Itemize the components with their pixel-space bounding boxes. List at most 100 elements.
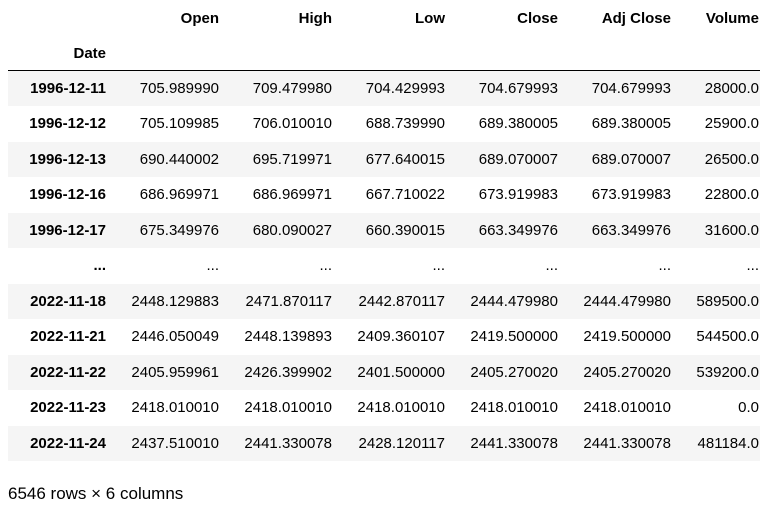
table-cell: 686.969971 (139, 186, 219, 204)
column-header: Open (180, 9, 219, 27)
table-cell: 660.390015 (365, 221, 445, 239)
table-cell: 689.380005 (478, 115, 558, 133)
table-cell: 2419.500000 (583, 328, 671, 346)
row-index-label: 1996-12-13 (29, 150, 106, 168)
table-cell: 704.679993 (591, 80, 671, 97)
table-cell: 704.679993 (478, 80, 558, 97)
column-header: High (298, 9, 332, 27)
table-cell: ... (545, 257, 558, 275)
table-cell: 2446.050049 (131, 328, 219, 346)
table-row: 2022-11-18 2448.129883 2471.870117 2442.870… (8, 283, 760, 319)
table-cell: 663.349976 (478, 221, 558, 239)
table-cell: 25900.0 (704, 115, 759, 133)
table-cell: 663.349976 (591, 221, 671, 239)
index-row-blank-cell (446, 36, 559, 71)
shape-caption: 6546 rows × 6 columns (8, 484, 184, 503)
table-cell: 22800.0 (704, 186, 759, 204)
index-name-header: Date (73, 44, 106, 62)
table-cell: 673.919983 (478, 186, 558, 204)
table-cell: 667.710022 (365, 186, 445, 204)
table-cell: ... (432, 257, 445, 275)
table-cell: 2448.139893 (244, 328, 332, 346)
table-cell: 705.109985 (139, 115, 219, 133)
table-cell: 2437.510010 (131, 434, 219, 452)
table-cell: ... (206, 257, 219, 275)
table-cell: 31600.0 (704, 221, 759, 239)
table-row: 2022-11-22 2405.959961 2426.399902 2401.500… (8, 354, 760, 390)
table-cell: 2409.360107 (357, 328, 445, 346)
column-header: Close (517, 9, 558, 27)
table-cell: 2428.120117 (358, 434, 445, 452)
table-cell: 2418.010010 (244, 399, 332, 417)
table-cell: 680.090027 (252, 221, 332, 239)
dataframe-output: Open High Low Close Adj Close Volume Dat… (8, 0, 760, 461)
table-row: 1996-12-16 686.969971 686.969971 667.710022… (8, 177, 760, 213)
table-cell: 26500.0 (704, 150, 759, 168)
index-row-blank-cell (672, 36, 760, 71)
table-cell: ... (658, 257, 671, 275)
column-header: Adj Close (601, 9, 671, 27)
row-index-label: 2022-11-22 (30, 363, 106, 381)
table-cell: 539200.0 (696, 363, 759, 381)
table-row: 2022-11-24 2437.510010 2441.330078 2428.120… (8, 425, 760, 461)
table-body: 1996-12-11 705.989990 709.479980 704.429993… (8, 70, 760, 461)
table-row: 2022-11-21 2446.050049 2448.139893 2409.360… (8, 319, 760, 355)
column-header: Volume (705, 9, 759, 27)
table-cell: 0.0 (738, 399, 759, 417)
index-row-blank-cell (107, 36, 220, 71)
table-cell: 2405.270020 (583, 363, 671, 381)
table-cell: 689.070007 (478, 150, 558, 168)
table-row: 1996-12-13 690.440002 695.719971 677.640015… (8, 141, 760, 177)
table-row: 1996-12-12 705.109985 706.010010 688.739990… (8, 106, 760, 142)
table-cell: 2441.330078 (583, 434, 671, 452)
table-cell: 481184.0 (697, 434, 759, 452)
table-cell: 2418.010010 (357, 399, 445, 417)
table-cell: 705.989990 (139, 80, 219, 97)
row-index-label: 1996-12-12 (29, 115, 106, 133)
column-header-row: Open High Low Close Adj Close Volume (8, 0, 760, 36)
table-cell: 2426.399902 (244, 363, 332, 381)
table-row: ..................... (8, 248, 760, 284)
table-cell: 544500.0 (696, 328, 759, 346)
table-cell: 2444.479980 (583, 292, 671, 310)
table-row: 1996-12-17 675.349976 680.090027 660.390015… (8, 212, 760, 248)
table-cell: 2418.010010 (583, 399, 671, 417)
table-row: 1996-12-11 705.989990 709.479980 704.429993… (8, 70, 760, 106)
index-row-blank-cell (559, 36, 672, 71)
table-cell: 675.349976 (139, 221, 219, 239)
table-cell: 2401.500000 (357, 363, 445, 381)
table-cell: 2442.870117 (358, 292, 445, 310)
row-index-label: ... (93, 257, 106, 275)
row-index-label: 2022-11-21 (30, 328, 106, 346)
table-cell: 2448.129883 (131, 292, 219, 310)
row-index-label: 2022-11-23 (30, 399, 106, 417)
table-cell: 689.380005 (591, 115, 671, 133)
table-cell: 2419.500000 (470, 328, 558, 346)
table-cell: 695.719971 (252, 150, 332, 168)
table-cell: 2405.959961 (131, 363, 219, 381)
index-row-blank-cell (333, 36, 446, 71)
table-cell: 2441.330078 (244, 434, 332, 452)
table-cell: 2405.270020 (470, 363, 558, 381)
header-blank-cell (8, 0, 107, 36)
table-cell: 690.440002 (139, 150, 219, 168)
table-cell: 706.010010 (252, 115, 332, 133)
table-cell: 589500.0 (696, 292, 759, 310)
table-cell: 2471.870117 (245, 292, 332, 310)
column-header: Low (415, 9, 445, 27)
row-index-label: 1996-12-11 (30, 80, 106, 97)
table-cell: 2444.479980 (470, 292, 558, 310)
row-index-label: 1996-12-17 (29, 221, 106, 239)
table-cell: 709.479980 (252, 80, 332, 97)
table-cell: 689.070007 (591, 150, 671, 168)
table-cell: 686.969971 (252, 186, 332, 204)
table-cell: 704.429993 (365, 80, 445, 97)
dataframe-table: Open High Low Close Adj Close Volume Dat… (8, 0, 760, 461)
table-row: 2022-11-23 2418.010010 2418.010010 2418.010… (8, 390, 760, 426)
table-cell: 2418.010010 (470, 399, 558, 417)
table-cell: 677.640015 (365, 150, 445, 168)
table-cell: 28000.0 (704, 80, 759, 97)
index-row-blank-cell (220, 36, 333, 71)
table-cell: ... (319, 257, 332, 275)
table-cell: ... (746, 257, 759, 275)
